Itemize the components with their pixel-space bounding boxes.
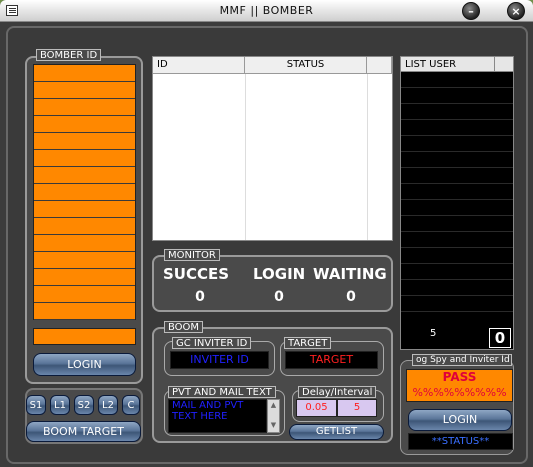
login-value: 0 <box>274 289 284 305</box>
target-input[interactable]: TARGET <box>285 351 378 369</box>
scroll-down-icon[interactable]: ▼ <box>268 420 279 430</box>
pvt-mail-textarea[interactable]: MAIL AND PVT TEXT HERE <box>168 399 267 433</box>
s2-button[interactable]: S2 <box>74 395 94 415</box>
column-header-extra[interactable] <box>367 57 392 74</box>
gc-inviter-input[interactable]: INVITER ID <box>170 351 269 369</box>
c-button[interactable]: C <box>122 395 140 415</box>
monitor-legend: MONITOR <box>164 249 220 261</box>
id-status-table[interactable]: ID STATUS <box>152 56 393 241</box>
l1-button[interactable]: L1 <box>50 395 70 415</box>
minimize-icon[interactable]: – <box>462 2 480 20</box>
bomber-login-button[interactable]: LOGIN <box>33 353 136 376</box>
gc-inviter-legend: GC INVITER ID <box>172 337 252 349</box>
spy-status-label: **STATUS** <box>408 433 513 450</box>
spy-login-button[interactable]: LOGIN <box>408 409 512 431</box>
waiting-value: 0 <box>346 289 356 305</box>
bomber-id-list[interactable] <box>33 64 136 320</box>
succes-header: SUCCES <box>163 265 230 283</box>
list-user-count-left: 5 <box>430 328 437 339</box>
column-divider <box>245 74 246 240</box>
waiting-header: WAITING <box>313 265 387 283</box>
textarea-scrollbar[interactable]: ▲ ▼ <box>267 399 280 433</box>
target-legend: TARGET <box>284 337 332 349</box>
delay-interval-legend: Delay/Interval <box>298 386 377 398</box>
list-user-legend: LIST USER <box>405 59 457 70</box>
boom-legend: BOOM <box>164 321 204 333</box>
list-user-rows[interactable] <box>401 72 513 325</box>
s1-button[interactable]: S1 <box>26 395 46 415</box>
close-icon[interactable]: × <box>507 2 525 20</box>
pvt-mail-legend: PVT AND MAIL TEXT <box>168 386 276 398</box>
column-divider <box>367 74 368 240</box>
spy-inviter-legend: og Spy and Inviter Id <box>412 354 512 366</box>
delay-input[interactable]: 0.05 <box>296 399 337 417</box>
list-user-count-right: 0 <box>489 328 511 348</box>
getlist-button[interactable]: GETLIST <box>289 424 384 440</box>
login-header: LOGIN <box>253 265 306 283</box>
l2-button[interactable]: L2 <box>98 395 118 415</box>
pass-field[interactable]: PASS %%%%%%%%% <box>406 369 513 402</box>
scroll-up-icon[interactable]: ▲ <box>268 400 279 410</box>
interval-input[interactable]: 5 <box>337 399 377 417</box>
bomber-id-input[interactable] <box>33 328 136 345</box>
list-header-divider <box>494 57 495 72</box>
bomber-id-legend: BOMBER ID <box>36 49 102 61</box>
pass-mask[interactable]: %%%%%%%%% <box>407 385 512 400</box>
column-header-id[interactable]: ID <box>153 57 245 74</box>
succes-value: 0 <box>195 289 205 305</box>
pass-label: PASS <box>442 370 477 384</box>
column-header-status[interactable]: STATUS <box>245 57 367 74</box>
boom-target-button[interactable]: BOOM TARGET <box>26 421 141 442</box>
window-title: MMF || BOMBER <box>219 4 314 17</box>
